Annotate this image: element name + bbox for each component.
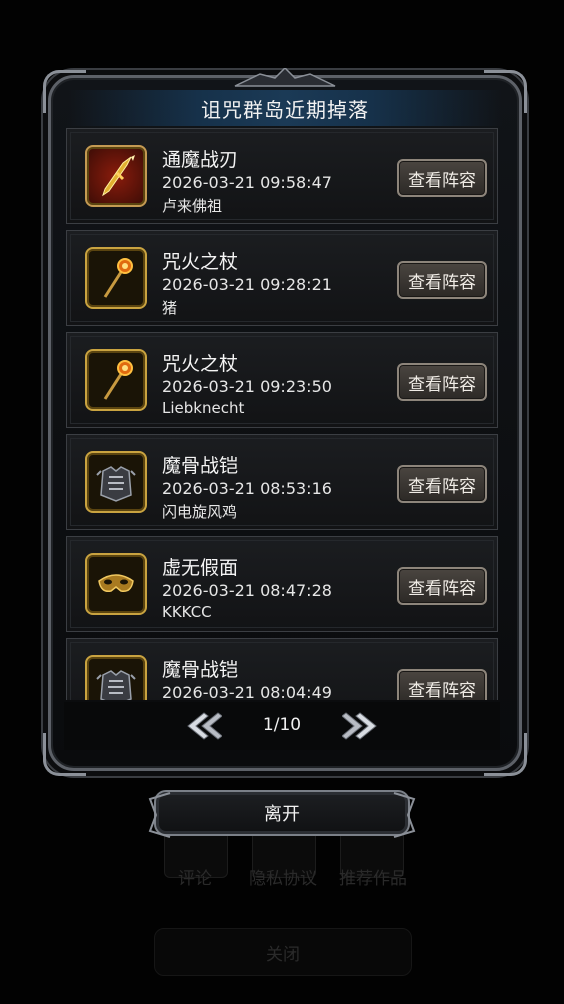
player-name: 猪 <box>162 299 178 317</box>
void-mask-icon <box>98 574 134 593</box>
player-name: Liebknecht <box>162 399 245 417</box>
drop-row: 虚无假面 2026-03-21 08:47:28 KKKCC 查看阵容 <box>66 536 498 632</box>
drop-time: 2026-03-21 08:47:28 <box>162 581 332 600</box>
title-crest-icon <box>234 68 336 87</box>
item-name: 通魔战刃 <box>162 149 239 171</box>
button-ornament-icon <box>393 792 416 838</box>
item-frame[interactable] <box>85 349 147 411</box>
item-frame[interactable] <box>85 451 147 513</box>
golden-spear-icon <box>102 155 135 197</box>
fire-staff-icon <box>103 258 133 298</box>
bg-label-recommend: 推荐作品 <box>339 869 407 889</box>
page-indicator: 1/10 <box>262 715 302 735</box>
item-frame[interactable] <box>85 145 147 207</box>
item-name: 魔骨战铠 <box>162 659 239 681</box>
drop-row: 魔骨战铠 2026-03-21 08:53:16 闪电旋风鸡 查看阵容 <box>66 434 498 530</box>
view-lineup-button[interactable]: 查看阵容 <box>397 363 487 401</box>
player-name: KKKCC <box>162 603 212 621</box>
item-frame[interactable] <box>85 655 147 700</box>
leave-button[interactable]: 离开 <box>148 790 416 838</box>
item-name: 魔骨战铠 <box>162 455 239 477</box>
bg-label-privacy: 隐私协议 <box>249 869 317 889</box>
player-name: 卢来佛祖 <box>162 197 223 215</box>
item-name: 咒火之杖 <box>162 251 239 273</box>
bone-armor-icon <box>96 670 136 700</box>
drop-time: 2026-03-21 08:04:49 <box>162 683 332 700</box>
item-frame[interactable] <box>85 247 147 309</box>
drop-row: 咒火之杖 2026-03-21 09:28:21 猪 查看阵容 <box>66 230 498 326</box>
drop-row: 咒火之杖 2026-03-21 09:23:50 Liebknecht 查看阵容 <box>66 332 498 428</box>
bg-label-comment: 评论 <box>178 869 212 889</box>
leave-label: 离开 <box>264 804 300 825</box>
view-lineup-button[interactable]: 查看阵容 <box>397 669 487 700</box>
double-chevron-right-icon[interactable] <box>342 710 380 742</box>
item-name: 咒火之杖 <box>162 353 239 375</box>
item-name: 虚无假面 <box>162 557 239 579</box>
bone-armor-icon <box>96 466 136 502</box>
view-lineup-button[interactable]: 查看阵容 <box>397 465 487 503</box>
bg-close-button: 关闭 <box>154 928 412 976</box>
pager: 1/10 <box>64 702 500 750</box>
drop-time: 2026-03-21 09:58:47 <box>162 173 332 192</box>
item-frame[interactable] <box>85 553 147 615</box>
drop-time: 2026-03-21 08:53:16 <box>162 479 332 498</box>
view-lineup-button[interactable]: 查看阵容 <box>397 567 487 605</box>
button-ornament-icon <box>148 792 171 838</box>
fire-staff-icon <box>103 360 133 400</box>
player-name: 闪电旋风鸡 <box>162 503 238 521</box>
drop-time: 2026-03-21 09:28:21 <box>162 275 332 294</box>
drop-time: 2026-03-21 09:23:50 <box>162 377 332 396</box>
drop-row: 魔骨战铠 2026-03-21 08:04:49 查看阵容 <box>66 638 498 700</box>
drop-row: 通魔战刃 2026-03-21 09:58:47 卢来佛祖 查看阵容 <box>66 128 498 224</box>
view-lineup-button[interactable]: 查看阵容 <box>397 261 487 299</box>
view-lineup-button[interactable]: 查看阵容 <box>397 159 487 197</box>
panel-title-bar: 诅咒群岛近期掉落 <box>67 68 503 126</box>
drops-list[interactable]: 通魔战刃 2026-03-21 09:58:47 卢来佛祖 查看阵容 咒火之杖 … <box>66 128 498 700</box>
panel-title: 诅咒群岛近期掉落 <box>201 97 369 122</box>
